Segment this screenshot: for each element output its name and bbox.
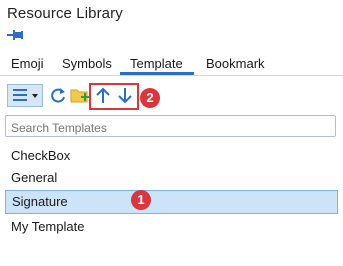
panel-title: Resource Library <box>7 5 123 22</box>
pin-icon[interactable] <box>7 29 23 41</box>
new-folder-icon[interactable] <box>69 84 91 107</box>
search-input[interactable] <box>5 115 336 137</box>
list-item-signature[interactable]: Signature <box>5 190 338 214</box>
tab-symbols[interactable]: Symbols <box>60 56 114 71</box>
tab-template[interactable]: Template <box>128 56 185 71</box>
annotation-badge-1: 1 <box>131 190 151 210</box>
list-item-general[interactable]: General <box>5 166 338 190</box>
view-menu-button[interactable] <box>7 84 43 107</box>
toolbar <box>0 81 343 111</box>
list-item-my-template[interactable]: My Template <box>5 215 338 239</box>
refresh-icon[interactable] <box>47 84 69 107</box>
tab-bookmark[interactable]: Bookmark <box>204 56 267 71</box>
move-buttons-highlight <box>89 83 139 110</box>
annotation-badge-2: 2 <box>140 88 160 108</box>
resource-library-panel: Resource Library Emoji Symbols Template … <box>0 0 343 266</box>
active-tab-indicator <box>120 72 194 75</box>
list-view-icon <box>13 89 38 101</box>
tab-emoji[interactable]: Emoji <box>9 56 46 71</box>
list-item-checkbox[interactable]: CheckBox <box>5 144 338 168</box>
